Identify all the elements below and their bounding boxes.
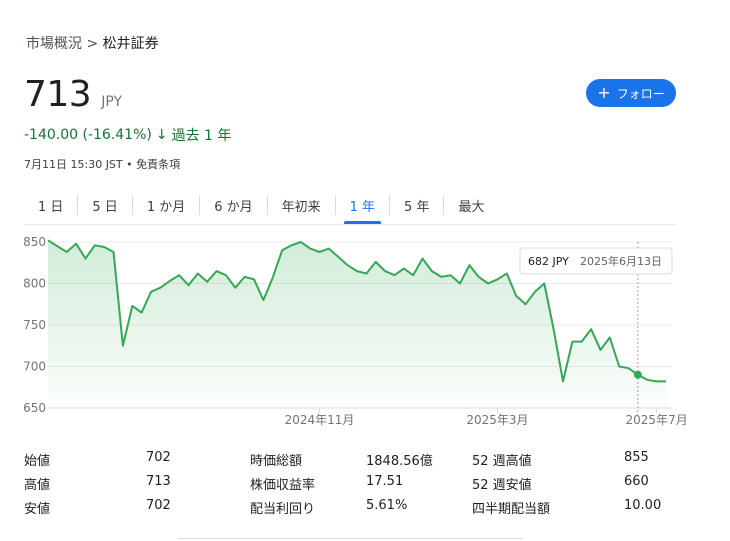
stat-label: 時価総額 [250, 454, 303, 469]
tooltip-date: 2025年6月13日 [580, 254, 662, 268]
y-tick-label: 750 [23, 318, 46, 332]
stock-price: 713 [24, 74, 92, 115]
tooltip-value: 682 JPY [528, 255, 569, 268]
stat-label: 四半期配当額 [472, 502, 551, 517]
stat-value: 1848.56億 [366, 454, 433, 469]
tab-range-0[interactable]: 1 日 [24, 192, 77, 224]
quote-meta: 7月11日 15:30 JST • 免責条項 [24, 158, 181, 171]
y-tick-label: 850 [23, 235, 46, 249]
stat-label: 安値 [24, 502, 51, 517]
y-tick-label: 700 [23, 360, 46, 374]
bottom-divider [178, 538, 523, 539]
stat-value: 702 [146, 450, 171, 465]
stat-label: 高値 [24, 478, 51, 493]
y-tick-label: 650 [23, 401, 46, 415]
arrow-down-icon: ↓ [155, 127, 168, 143]
breadcrumb: 市場概況 > 松井証券 [26, 33, 159, 53]
stat-value: 10.00 [624, 498, 662, 513]
tab-range-3[interactable]: 6 か月 [200, 192, 266, 224]
change-value: -140.00 (-16.41%) [24, 127, 152, 143]
range-tabs: 1 日5 日1 か月 6 か月 年初来 1 年5 年最大 [24, 192, 498, 224]
price-change: -140.00 (-16.41%) ↓ 過去 1 年 [24, 125, 231, 145]
stat-label: 始値 [24, 454, 51, 469]
hover-point [633, 370, 642, 379]
tab-range-4[interactable]: 年初来 [268, 192, 335, 224]
stat-label: 52 週高値 [472, 454, 532, 469]
y-tick-label: 800 [23, 277, 46, 291]
price-row: 713 JPY [24, 74, 122, 115]
x-tick-label: 2025年3月 [466, 413, 528, 427]
x-tick-label: 2024年11月 [285, 413, 355, 427]
tab-range-1[interactable]: 5 日 [78, 192, 131, 224]
follow-label: フォロー [616, 86, 665, 101]
stat-value: 713 [146, 474, 171, 489]
currency-label: JPY [101, 94, 123, 110]
tab-range-6[interactable]: 5 年 [390, 192, 443, 224]
stat-value: 855 [624, 450, 649, 465]
follow-button[interactable]: + フォロー [586, 79, 676, 107]
stat-value: 660 [624, 474, 649, 489]
stat-value: 702 [146, 498, 171, 513]
tab-range-5[interactable]: 1 年 [336, 192, 389, 224]
price-chart[interactable]: 850 800 750 700 650 2024年11月 2025年3月 2025年7月 682… [0, 230, 730, 440]
breadcrumb-separator: > [86, 36, 99, 52]
stat-value: 5.61% [366, 498, 408, 513]
stat-label: 配当利回り [250, 502, 316, 517]
stat-label: 株価収益率 [250, 478, 316, 493]
stat-label: 52 週安値 [472, 478, 532, 493]
plus-icon: + [597, 83, 611, 102]
breadcrumb-current: 松井証券 [102, 36, 159, 52]
stat-value: 17.51 [366, 474, 404, 489]
tab-range-7[interactable]: 最大 [444, 192, 498, 224]
tab-range-2[interactable]: 1 か月 [133, 192, 199, 224]
tabs-divider [24, 224, 676, 225]
x-tick-label: 2025年7月 [626, 413, 688, 427]
breadcrumb-parent-link[interactable]: 市場概況 [26, 36, 82, 52]
change-period: 過去 1 年 [171, 128, 232, 144]
